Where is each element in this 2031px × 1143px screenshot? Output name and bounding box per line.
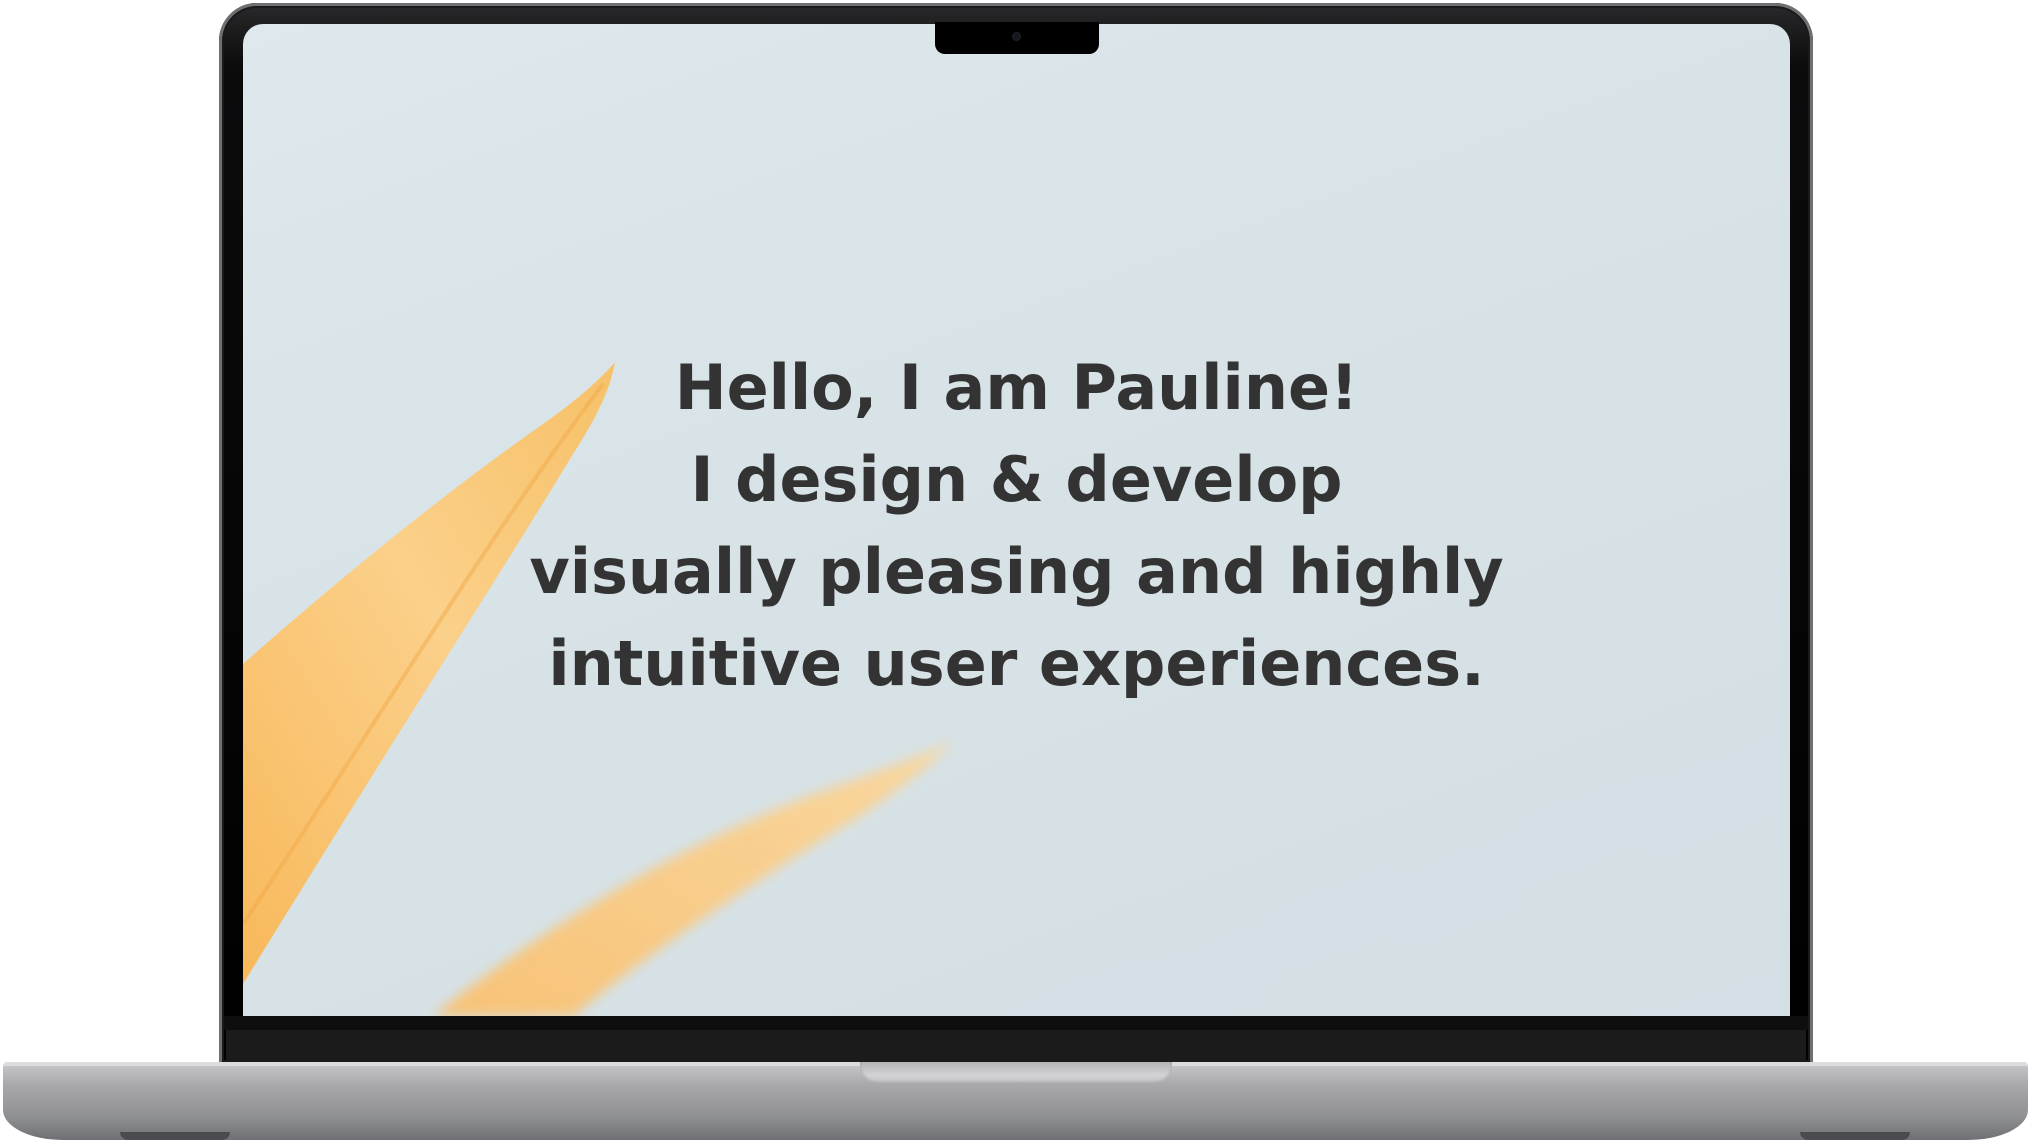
laptop-screen: Hello, I am Pauline! I design & develop …: [243, 24, 1790, 1016]
webcam-icon: [1012, 32, 1021, 41]
laptop-foot-left: [120, 1132, 230, 1140]
leaf-shape-small: [433, 740, 953, 1016]
hero-line-greeting: Hello, I am Pauline!: [674, 351, 1359, 424]
laptop-mockup: Hello, I am Pauline! I design & develop …: [0, 0, 2031, 1143]
hero-headline: Hello, I am Pauline! I design & develop …: [243, 342, 1790, 710]
hero-line-design: I design & develop: [690, 443, 1343, 516]
screen-notch: [935, 22, 1099, 54]
laptop-foot-right: [1800, 1132, 1910, 1140]
lid-hinge: [226, 1030, 1806, 1062]
hero-line-visual: visually pleasing and highly: [529, 535, 1504, 608]
lid-chin: [224, 1016, 1808, 1030]
hero-line-ux: intuitive user experiences.: [548, 627, 1485, 700]
trackpad-notch: [860, 1062, 1172, 1084]
